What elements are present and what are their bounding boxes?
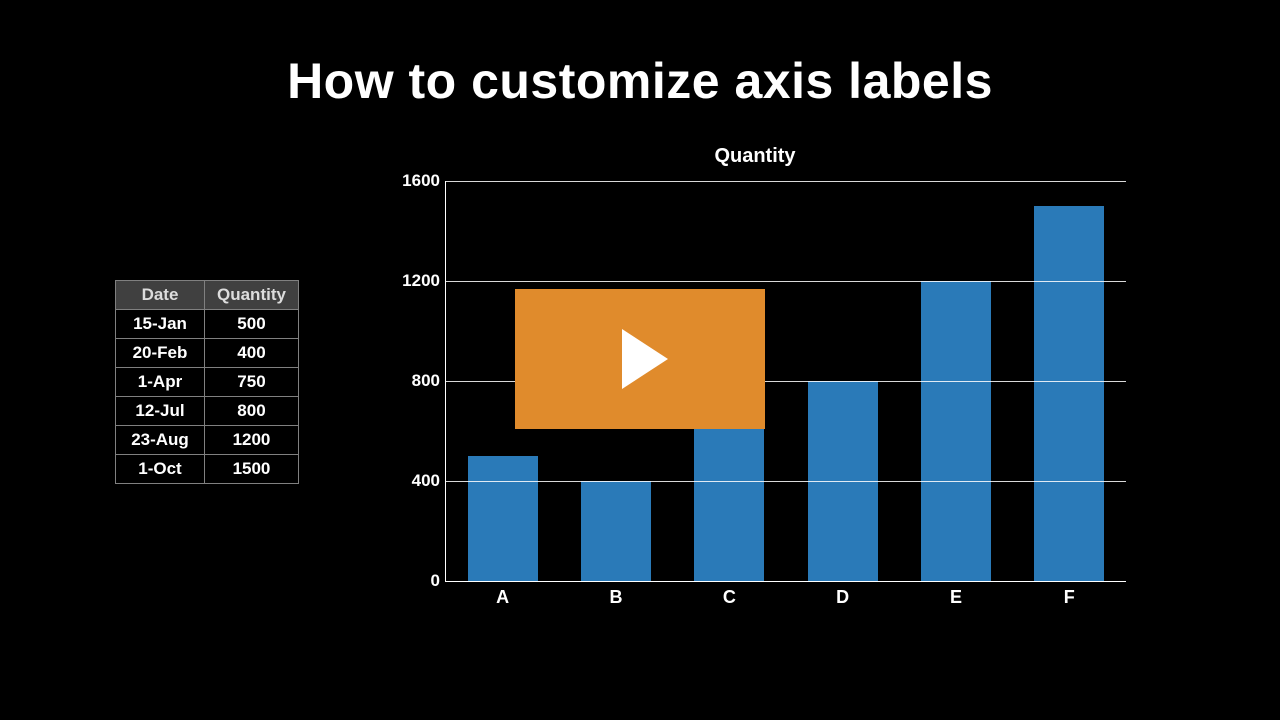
chart-bar-slot: F [1034, 206, 1104, 581]
table-cell: 500 [205, 310, 299, 339]
table-cell: 1-Oct [116, 455, 205, 484]
chart-gridline [446, 181, 1126, 182]
chart-bar [921, 281, 991, 581]
table-row: 15-Jan500 [116, 310, 299, 339]
play-icon [622, 329, 668, 389]
table-cell: 1500 [205, 455, 299, 484]
chart-gridline [446, 281, 1126, 282]
chart-x-tick: C [694, 587, 764, 608]
table-cell: 750 [205, 368, 299, 397]
chart-x-tick: B [581, 587, 651, 608]
table-row: 1-Oct1500 [116, 455, 299, 484]
chart-title: Quantity [380, 145, 1130, 168]
table-cell: 1-Apr [116, 368, 205, 397]
table-row: 12-Jul800 [116, 397, 299, 426]
table-cell: 12-Jul [116, 397, 205, 426]
chart-bar-slot: A [468, 456, 538, 581]
table-header-quantity: Quantity [205, 281, 299, 310]
table-row: 20-Feb400 [116, 339, 299, 368]
play-button[interactable] [515, 289, 765, 429]
chart-x-tick: A [468, 587, 538, 608]
chart-bar-slot: B [581, 481, 651, 581]
table-cell: 800 [205, 397, 299, 426]
chart-bar-slot: E [921, 281, 991, 581]
chart-x-tick: E [921, 587, 991, 608]
table-header-date: Date [116, 281, 205, 310]
chart-y-tick: 800 [395, 371, 440, 391]
table-cell: 15-Jan [116, 310, 205, 339]
chart-y-tick: 0 [395, 571, 440, 591]
table-cell: 23-Aug [116, 426, 205, 455]
chart-bar [1034, 206, 1104, 581]
table-cell: 20-Feb [116, 339, 205, 368]
table-row: 1-Apr750 [116, 368, 299, 397]
chart-y-tick: 1200 [395, 271, 440, 291]
page-title: How to customize axis labels [0, 52, 1280, 110]
chart-gridline [446, 481, 1126, 482]
chart-bar [581, 481, 651, 581]
chart-y-tick: 400 [395, 471, 440, 491]
chart-x-tick: F [1034, 587, 1104, 608]
table-cell: 1200 [205, 426, 299, 455]
table-row: 23-Aug1200 [116, 426, 299, 455]
chart-x-tick: D [808, 587, 878, 608]
chart-y-tick: 1600 [395, 171, 440, 191]
table-cell: 400 [205, 339, 299, 368]
data-table: Date Quantity 15-Jan50020-Feb4001-Apr750… [115, 280, 299, 484]
chart-bar [468, 456, 538, 581]
